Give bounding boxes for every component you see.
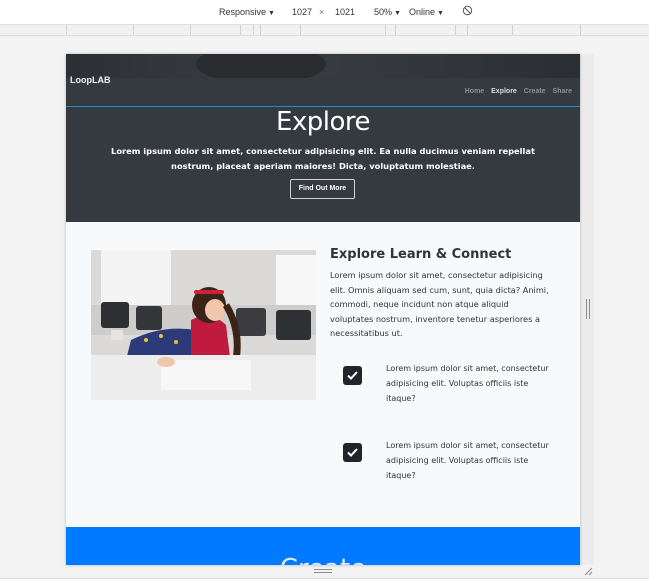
device-select[interactable]: Responsive ▼ bbox=[219, 7, 275, 17]
check-icon bbox=[343, 443, 362, 462]
dimension-separator: × bbox=[319, 7, 325, 17]
navbar: LoopLAB Home Explore Create Share bbox=[66, 75, 580, 107]
nav-create[interactable]: Create bbox=[524, 88, 546, 95]
nav-menu: Home Explore Create Share bbox=[460, 88, 572, 95]
device-toolbar: Responsive ▼ 1027 × 1021 50% ▼ Online ▼ bbox=[0, 0, 649, 25]
width-input[interactable]: 1027 bbox=[292, 7, 312, 17]
find-out-more-button[interactable]: Find Out More bbox=[290, 179, 355, 199]
create-title: Create bbox=[66, 554, 580, 565]
rotate-icon[interactable] bbox=[462, 5, 473, 18]
resize-handle-bottom[interactable] bbox=[314, 569, 332, 573]
brand-logo[interactable]: LoopLAB bbox=[70, 75, 111, 85]
hero-text: Lorem ipsum dolor sit amet, consectetur … bbox=[111, 146, 535, 171]
section-body: Lorem ipsum dolor sit amet, consectetur … bbox=[330, 270, 549, 338]
resize-handle-right[interactable] bbox=[586, 299, 590, 319]
hero-section: Explore Lorem ipsum dolor sit amet, cons… bbox=[66, 107, 580, 222]
chevron-down-icon: ▼ bbox=[394, 10, 401, 17]
zoom-select[interactable]: 50% ▼ bbox=[374, 7, 401, 17]
height-input[interactable]: 1021 bbox=[335, 7, 355, 17]
resize-corner-icon[interactable] bbox=[583, 566, 593, 576]
throttle-select[interactable]: Online ▼ bbox=[409, 7, 444, 17]
nav-home[interactable]: Home bbox=[465, 88, 484, 95]
chevron-down-icon: ▼ bbox=[268, 10, 275, 17]
header-background-image bbox=[66, 54, 580, 84]
nav-explore[interactable]: Explore bbox=[491, 88, 517, 95]
feature-text: Lorem ipsum dolor sit amet, consectetur … bbox=[386, 441, 549, 480]
girl-drawing-photo bbox=[91, 250, 316, 400]
nav-share[interactable]: Share bbox=[553, 88, 572, 95]
hero-title: Explore bbox=[275, 107, 371, 137]
media-query-ruler[interactable] bbox=[0, 25, 649, 36]
chevron-down-icon: ▼ bbox=[437, 10, 444, 17]
page-viewport: LoopLAB Home Explore Create Share Explor… bbox=[66, 54, 580, 565]
check-icon bbox=[343, 366, 362, 385]
create-section: Create bbox=[66, 527, 580, 565]
feature-text: Lorem ipsum dolor sit amet, consectetur … bbox=[386, 364, 549, 403]
section-title: Explore Learn & Connect bbox=[330, 247, 512, 262]
